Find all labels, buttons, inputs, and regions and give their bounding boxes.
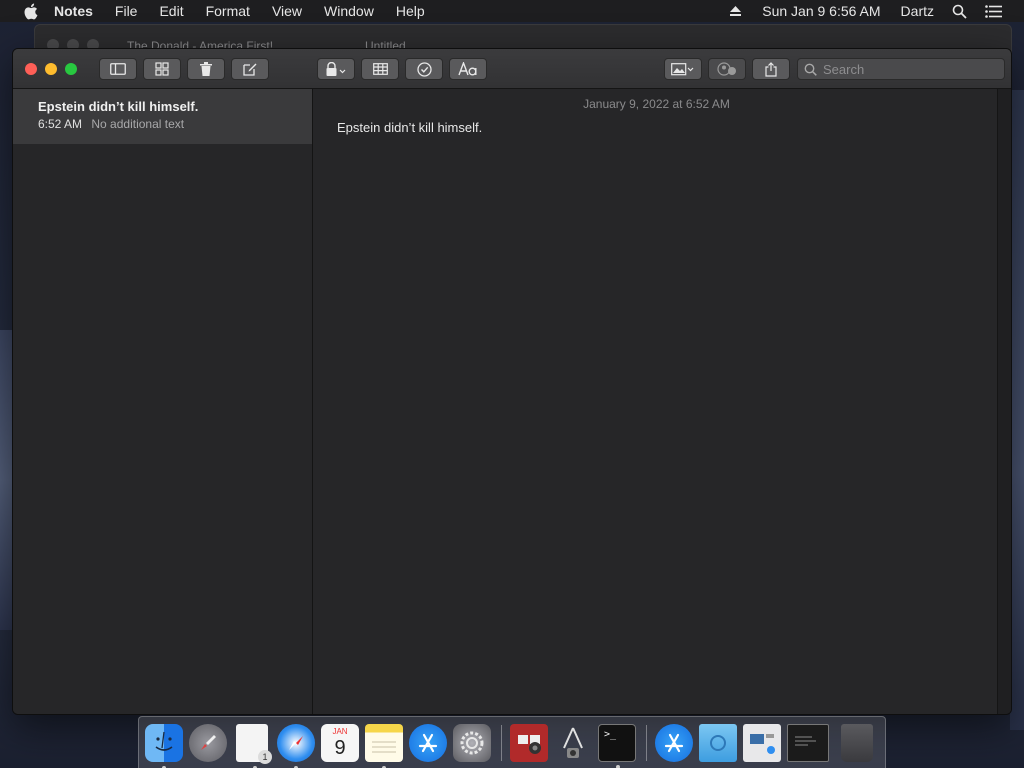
note-editor[interactable]: January 9, 2022 at 6:52 AM Epstein didn’… xyxy=(314,89,999,714)
menu-format[interactable]: Format xyxy=(206,3,250,19)
notes-window: Epstein didn’t kill himself. 6:52 AM No … xyxy=(12,48,1012,715)
screenshot-tool-icon[interactable] xyxy=(554,724,592,762)
document-badge: 1 xyxy=(258,750,272,764)
share-icon xyxy=(765,61,777,77)
menu-window[interactable]: Window xyxy=(324,3,374,19)
menu-bar: Notes File Edit Format View Window Help … xyxy=(0,0,1024,22)
notes-list-sidebar: Epstein didn’t kill himself. 6:52 AM No … xyxy=(13,89,313,714)
terminal-icon[interactable]: >_ xyxy=(598,724,636,768)
photo-icon xyxy=(671,62,694,75)
note-body-text[interactable]: Epstein didn’t kill himself. xyxy=(337,120,482,135)
app-store-folder-icon[interactable] xyxy=(655,724,693,762)
search-field[interactable] xyxy=(797,58,1005,80)
note-list-title: Epstein didn’t kill himself. xyxy=(38,99,199,114)
toggle-sidebar-button[interactable] xyxy=(99,58,137,80)
trash-icon xyxy=(200,62,212,76)
add-people-button[interactable] xyxy=(708,58,746,80)
window-thumbnail-icon[interactable] xyxy=(787,724,829,762)
downloads-folder-icon[interactable] xyxy=(699,724,737,762)
menu-user[interactable]: Dartz xyxy=(901,3,934,19)
dock: 1 JAN 9 >_ xyxy=(138,716,886,768)
lock-icon xyxy=(326,62,346,76)
add-people-icon xyxy=(717,62,736,76)
minimize-button[interactable] xyxy=(45,63,57,75)
zoom-button[interactable] xyxy=(65,63,77,75)
menu-view[interactable]: View xyxy=(272,3,302,19)
menu-help[interactable]: Help xyxy=(396,3,425,19)
editor-scrollbar[interactable] xyxy=(997,89,1011,714)
trash-can-icon[interactable] xyxy=(841,724,873,762)
menu-clock[interactable]: Sun Jan 9 6:56 AM xyxy=(762,3,880,19)
pages-document-icon[interactable]: 1 xyxy=(236,724,272,768)
insert-table-button[interactable] xyxy=(361,58,399,80)
spotlight-search-icon[interactable] xyxy=(952,4,967,19)
calendar-day: 9 xyxy=(334,737,346,759)
wallpaper-right xyxy=(1010,90,1024,730)
eject-icon[interactable] xyxy=(729,5,742,17)
note-list-item[interactable]: Epstein didn’t kill himself. 6:52 AM No … xyxy=(13,89,312,144)
lock-note-button[interactable] xyxy=(317,58,355,80)
apple-menu-icon[interactable] xyxy=(20,2,40,20)
calendar-month: JAN xyxy=(332,727,348,736)
grid-icon xyxy=(155,62,169,76)
note-list-preview: No additional text xyxy=(91,117,185,131)
dock-separator-2 xyxy=(646,725,647,761)
share-button[interactable] xyxy=(752,58,790,80)
checklist-button[interactable] xyxy=(405,58,443,80)
text-format-icon xyxy=(458,62,477,76)
note-list-time: 6:52 AM xyxy=(38,117,83,131)
calendar-icon[interactable]: JAN 9 xyxy=(321,724,359,762)
app-store-icon[interactable] xyxy=(409,724,447,762)
search-icon xyxy=(804,63,817,76)
window-controls xyxy=(25,63,77,75)
dock-separator xyxy=(501,725,502,761)
menu-app-name[interactable]: Notes xyxy=(54,3,93,19)
checkmark-circle-icon xyxy=(416,61,432,77)
notes-toolbar xyxy=(13,49,1011,89)
menu-file[interactable]: File xyxy=(115,3,138,19)
launchpad-icon[interactable] xyxy=(189,724,227,762)
documents-stack-icon[interactable] xyxy=(743,724,781,762)
notification-center-icon[interactable] xyxy=(985,4,1002,18)
compose-icon xyxy=(243,63,257,76)
photo-booth-icon[interactable] xyxy=(510,724,548,762)
gallery-view-button[interactable] xyxy=(143,58,181,80)
new-note-button[interactable] xyxy=(231,58,269,80)
add-attachment-button[interactable] xyxy=(664,58,702,80)
search-input[interactable] xyxy=(823,61,993,77)
delete-note-button[interactable] xyxy=(187,58,225,80)
sidebar-icon xyxy=(110,63,126,75)
finder-icon[interactable] xyxy=(145,724,183,768)
close-button[interactable] xyxy=(25,63,37,75)
menu-edit[interactable]: Edit xyxy=(159,3,183,19)
table-icon xyxy=(372,63,388,75)
system-preferences-icon[interactable] xyxy=(453,724,491,762)
notes-app-icon[interactable] xyxy=(365,724,403,768)
note-date: January 9, 2022 at 6:52 AM xyxy=(583,97,730,111)
safari-icon[interactable] xyxy=(277,724,315,768)
format-text-button[interactable] xyxy=(449,58,487,80)
